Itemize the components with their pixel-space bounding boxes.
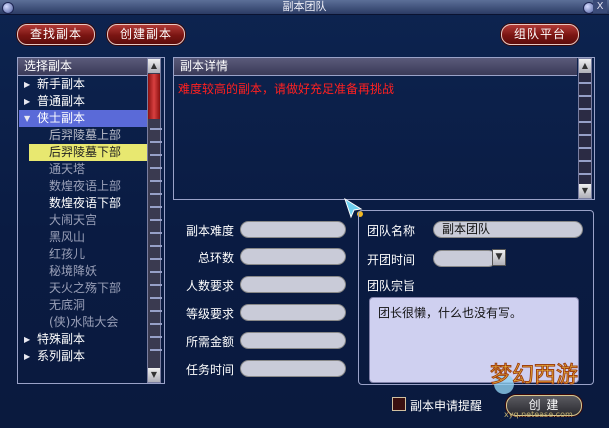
detail-scroll-up-icon[interactable]: ▲ [579,59,591,73]
team-purpose-label: 团队宗旨 [367,279,416,293]
instance-detail-panel: 副本详情 难度较高的副本，请做好充足准备再挑战 ▲ ▼ [173,57,595,200]
instance-list-item[interactable]: 秘境降妖 [19,263,147,280]
search-instance-button[interactable]: 查找副本 [17,24,95,45]
instance-list-item[interactable]: 天火之殇下部 [19,280,147,297]
instance-list-item[interactable]: 数煌夜语上部 [19,178,147,195]
instance-list-item[interactable]: ▼ 侠士副本 [19,110,147,127]
instance-list-item-label: 新手副本 [37,77,86,91]
people-requirement-field [240,276,346,293]
scroll-thumb[interactable] [148,74,160,119]
instance-list-item-label: 普通副本 [37,94,86,108]
create-instance-button[interactable]: 创建副本 [107,24,185,45]
instance-list-item-label: 侠士副本 [37,111,86,125]
collapsed-arrow-icon[interactable]: ▶ [24,76,30,93]
instance-list-item-label: 大闹天宫 [49,213,98,227]
instance-list-item-label: 黑风山 [49,230,86,244]
application-notify-label: 副本申请提醒 [410,399,483,413]
instance-list-item[interactable]: 大闹天宫 [19,212,147,229]
open-time-label: 开团时间 [367,253,416,267]
instance-list-item-label: 数煌夜语下部 [49,196,122,210]
team-window: 副本团队 X 查找副本 创建副本 组队平台 选择副本 ▶ 新手副本 ▶ 普通副本 ▼ 侠士… [0,0,609,428]
instance-list-item-label: 数煌夜语上部 [49,179,122,193]
detail-meander-decoration [579,76,591,180]
instance-list-item-label: 红孩儿 [49,247,86,261]
instance-list-item-label: 特殊副本 [37,332,86,346]
task-time-field [240,360,346,377]
instance-list-item[interactable]: 数煌夜语下部 [19,195,147,212]
instance-list-item[interactable]: 后羿陵墓上部 [19,127,147,144]
instance-list: ▶ 新手副本 ▶ 普通副本 ▼ 侠士副本后羿陵墓上部 后羿陵墓下部 通天塔数煌夜语上部 数煌夜语… [19,76,147,365]
people-requirement-label: 人数要求 [185,279,234,293]
instance-list-panel: 选择副本 ▶ 新手副本 ▶ 普通副本 ▼ 侠士副本后羿陵墓上部 后羿陵墓下部 通天塔数煌夜语上… [17,57,165,384]
title-bar[interactable]: 副本团队 X [0,0,609,15]
collapsed-arrow-icon[interactable]: ▶ [24,93,30,110]
instance-list-item[interactable]: 后羿陵墓下部 [29,144,147,161]
collapsed-arrow-icon[interactable]: ▶ [24,348,30,365]
svg-text:梦幻西游: 梦幻西游 [490,363,578,388]
difficulty-field [240,221,346,238]
detail-header: 副本详情 [174,58,577,76]
instance-list-item-label: 通天塔 [49,162,86,176]
instance-list-item-label: 后羿陵墓下部 [49,145,122,159]
detail-scroll-down-icon[interactable]: ▼ [579,184,591,198]
instance-list-item[interactable]: 通天塔 [19,161,147,178]
detail-text: 难度较高的副本，请做好充足准备再挑战 [178,82,395,96]
window-title: 副本团队 [282,0,327,13]
task-time-label: 任务时间 [185,363,234,377]
instance-list-item-label: (侠)水陆大会 [49,315,119,329]
team-name-label: 团队名称 [367,224,416,238]
instance-list-item[interactable]: 黑风山 [19,229,147,246]
instance-list-item[interactable]: (侠)水陆大会 [19,314,147,331]
instance-list-item[interactable]: ▶ 新手副本 [19,76,147,93]
level-requirement-field [240,304,346,321]
rings-field [240,248,346,265]
instance-list-item-label: 天火之殇下部 [49,281,122,295]
title-left-knob-icon [2,2,14,14]
required-money-field [240,332,346,349]
instance-list-item-label: 秘境降妖 [49,264,98,278]
required-money-label: 所需金额 [185,335,234,349]
expanded-arrow-icon[interactable]: ▼ [24,110,30,127]
chevron-down-icon[interactable]: ▼ [492,249,506,266]
difficulty-label: 副本难度 [185,224,234,238]
level-requirement-label: 等级要求 [185,307,234,321]
instance-list-item-label: 无底洞 [49,298,86,312]
instance-list-item[interactable]: ▶ 特殊副本 [19,331,147,348]
instance-list-item[interactable]: ▶ 普通副本 [19,93,147,110]
instance-list-item-label: 后羿陵墓上部 [49,128,122,142]
collapsed-arrow-icon[interactable]: ▶ [24,331,30,348]
game-logo: 梦幻西游 [490,363,579,394]
domain-watermark: xyq.netease.com [504,410,573,419]
scroll-up-arrow-icon[interactable]: ▲ [148,59,160,73]
instance-list-item[interactable]: 红孩儿 [19,246,147,263]
scroll-down-arrow-icon[interactable]: ▼ [148,368,160,382]
instance-list-item[interactable]: ▶ 系列副本 [19,348,147,365]
rings-label: 总环数 [197,251,234,265]
open-time-select[interactable] [433,250,497,267]
close-button[interactable]: X [593,0,607,13]
team-name-input[interactable]: 副本团队 [433,221,583,238]
instance-list-item-label: 系列副本 [37,349,86,363]
team-platform-button[interactable]: 组队平台 [501,24,579,45]
application-notify-checkbox[interactable] [392,397,406,411]
instance-list-item[interactable]: 无底洞 [19,297,147,314]
meander-border-decoration [150,122,162,362]
instance-list-header: 选择副本 [18,58,148,76]
